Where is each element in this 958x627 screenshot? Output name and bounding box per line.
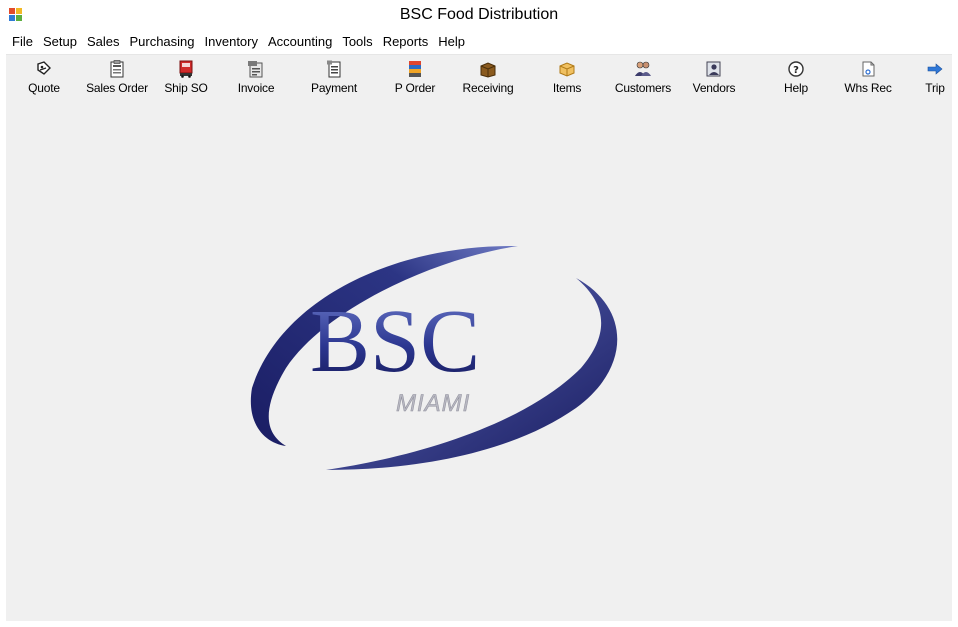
receiving-icon bbox=[478, 59, 498, 79]
main-window: BSC Food Distribution File Setup Sales Purc… bbox=[0, 0, 958, 627]
menu-sales[interactable]: Sales bbox=[82, 30, 125, 54]
items-label: Items bbox=[552, 81, 582, 95]
title-bar: BSC Food Distribution bbox=[0, 0, 958, 30]
customers-icon bbox=[633, 59, 653, 79]
menu-help[interactable]: Help bbox=[433, 30, 470, 54]
ship-so-button[interactable]: Ship SO bbox=[163, 59, 209, 95]
ship-so-label: Ship SO bbox=[164, 81, 208, 95]
vendors-icon bbox=[704, 59, 724, 79]
items-icon bbox=[557, 59, 577, 79]
sales-order-icon bbox=[107, 59, 127, 79]
menu-bar: File Setup Sales Purchasing Inventory Account… bbox=[6, 30, 952, 55]
help-icon: ? bbox=[786, 59, 806, 79]
toolbar: Quote Sales Order Ship SO Invoice Paymen bbox=[6, 55, 952, 121]
receiving-button[interactable]: Receiving bbox=[456, 59, 520, 95]
logo-sub-text: MIAMI bbox=[396, 390, 470, 417]
payment-button[interactable]: Payment bbox=[306, 59, 362, 95]
ship-so-icon bbox=[176, 59, 196, 79]
menu-accounting[interactable]: Accounting bbox=[263, 30, 337, 54]
menu-inventory[interactable]: Inventory bbox=[200, 30, 263, 54]
quote-label: Quote bbox=[28, 81, 60, 95]
help-label: Help bbox=[784, 81, 808, 95]
receiving-label: Receiving bbox=[462, 81, 514, 95]
sales-order-button[interactable]: Sales Order bbox=[81, 59, 153, 95]
help-button[interactable]: ? Help bbox=[779, 59, 813, 95]
menu-reports[interactable]: Reports bbox=[378, 30, 434, 54]
trip-button[interactable]: Trip bbox=[922, 59, 948, 95]
whs-rec-button[interactable]: Whs Rec bbox=[840, 59, 896, 95]
payment-icon bbox=[324, 59, 344, 79]
payment-label: Payment bbox=[311, 81, 357, 95]
menu-setup[interactable]: Setup bbox=[38, 30, 82, 54]
window-title: BSC Food Distribution bbox=[399, 6, 559, 23]
logo-main-text: BSC bbox=[310, 292, 480, 391]
quote-icon bbox=[34, 59, 54, 79]
invoice-button[interactable]: Invoice bbox=[233, 59, 279, 95]
menu-purchasing[interactable]: Purchasing bbox=[124, 30, 199, 54]
items-button[interactable]: Items bbox=[550, 59, 584, 95]
vendors-label: Vendors bbox=[692, 81, 736, 95]
trip-label: Trip bbox=[925, 81, 945, 95]
mdi-workspace: BSC MIAMI bbox=[6, 121, 952, 621]
p-order-icon bbox=[405, 59, 425, 79]
whs-rec-icon bbox=[858, 59, 878, 79]
p-order-button[interactable]: P Order bbox=[391, 59, 439, 95]
quote-button[interactable]: Quote bbox=[26, 59, 62, 95]
p-order-label: P Order bbox=[394, 81, 436, 95]
invoice-icon bbox=[246, 59, 266, 79]
arrow-right-icon bbox=[925, 59, 945, 79]
sales-order-label: Sales Order bbox=[86, 81, 148, 95]
customers-label: Customers bbox=[614, 81, 672, 95]
customers-button[interactable]: Customers bbox=[610, 59, 676, 95]
svg-text:?: ? bbox=[793, 65, 799, 76]
vendors-button[interactable]: Vendors bbox=[688, 59, 740, 95]
whs-rec-label: Whs Rec bbox=[844, 81, 892, 95]
menu-tools[interactable]: Tools bbox=[337, 30, 377, 54]
menu-file[interactable]: File bbox=[6, 30, 38, 54]
invoice-label: Invoice bbox=[237, 81, 275, 95]
bsc-miami-logo: BSC MIAMI bbox=[250, 245, 618, 470]
